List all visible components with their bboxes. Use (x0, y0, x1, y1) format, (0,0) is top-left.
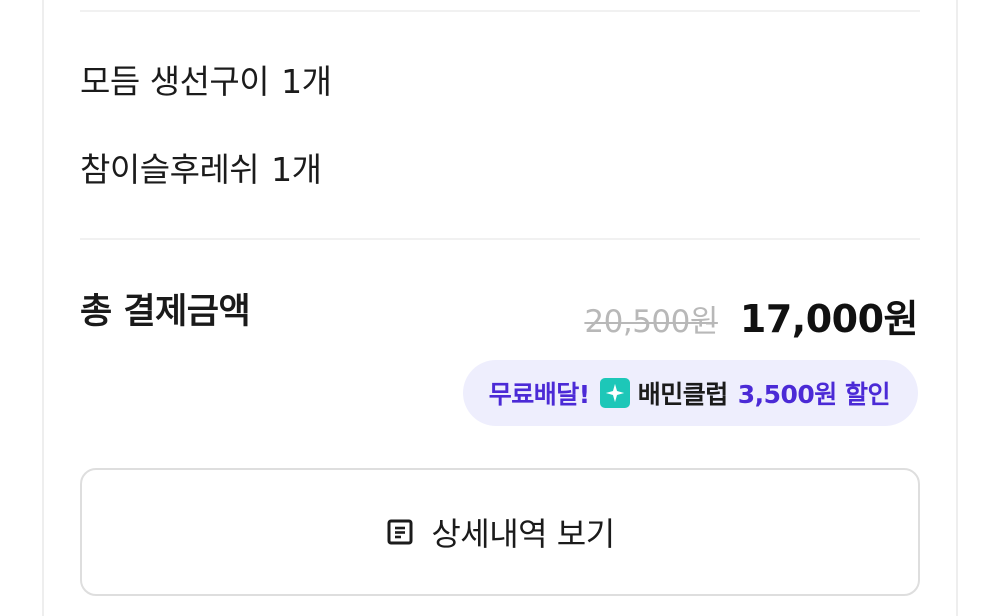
top-divider (80, 10, 920, 12)
club-name: 배민클럽 (637, 380, 729, 409)
discount-amount: 3,500원 할인 (737, 380, 891, 409)
promo-badge: 무료배달! 배민클럽 3,500원 할인 (462, 360, 918, 426)
baemin-club-sparkle-icon (599, 378, 630, 408)
total-price-row: 20,500원 17,000원 (584, 288, 918, 343)
order-item: 참이슬후레쉬 1개 (80, 150, 322, 190)
final-price: 17,000원 (739, 297, 919, 341)
section-divider (80, 238, 920, 240)
order-item-name: 참이슬후레쉬 (80, 150, 260, 189)
order-item-name: 모듬 생선구이 (80, 62, 270, 101)
total-label: 총 결제금액 (80, 292, 251, 332)
order-item-qty: 1개 (281, 62, 332, 101)
order-item: 모듬 생선구이 1개 (80, 62, 332, 102)
free-delivery-text: 무료배달! (488, 380, 590, 409)
view-details-button[interactable]: 상세내역 보기 (80, 468, 920, 596)
receipt-list-icon (385, 517, 415, 547)
order-item-qty: 1개 (271, 150, 322, 189)
original-price: 20,500원 (584, 304, 718, 340)
view-details-label: 상세내역 보기 (431, 515, 615, 553)
